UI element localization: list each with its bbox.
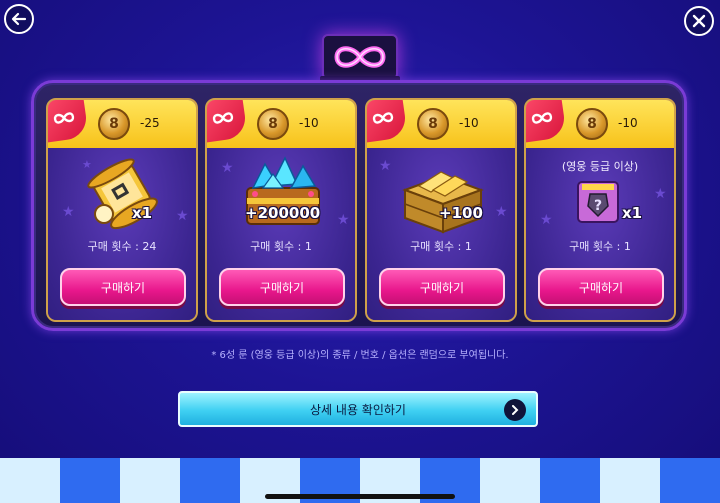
scroll-icon: [87, 158, 158, 230]
coin-icon: 8: [576, 108, 608, 140]
star-icon: ★: [176, 208, 189, 224]
star-icon: ★: [62, 204, 75, 220]
coin-icon: 8: [98, 108, 130, 140]
quantity-label: x1: [622, 204, 643, 222]
back-button[interactable]: [4, 4, 34, 34]
star-icon: ★: [495, 204, 508, 220]
purchase-count: 구매 횟수 : 1: [569, 240, 631, 253]
star-icon: ★: [654, 186, 667, 202]
buy-button[interactable]: 구매하기: [538, 268, 664, 306]
price-label: -10: [459, 116, 479, 130]
quantity-label: +200000: [245, 204, 321, 222]
back-arrow-icon: [11, 12, 27, 26]
gold-crate-icon: [402, 171, 484, 234]
infinity-sign: [322, 34, 398, 80]
coin-icon: 8: [417, 108, 449, 140]
infinity-icon: [372, 112, 394, 124]
crystal-chest-icon: [246, 156, 320, 225]
product-card-random-rune: 8 -10 (영웅 등급 이상) ★ ★ ? x1 구매 횟수 : 1 구매하기: [524, 98, 676, 322]
view-details-button[interactable]: 상세 내용 확인하기: [178, 391, 538, 427]
quantity-label: x1: [132, 204, 153, 222]
price-label: -10: [299, 116, 319, 130]
price-label: -10: [618, 116, 638, 130]
quantity-label: +100: [439, 204, 483, 222]
infinity-icon: [212, 112, 234, 124]
price-label: -25: [140, 116, 160, 130]
view-details-label: 상세 내용 확인하기: [310, 402, 406, 417]
home-indicator: [265, 494, 455, 499]
buy-button[interactable]: 구매하기: [219, 268, 345, 306]
chevron-right-icon: [504, 399, 526, 421]
grade-note: (영웅 등급 이상): [561, 160, 639, 173]
buy-button[interactable]: 구매하기: [60, 268, 186, 306]
infinity-icon: [531, 112, 553, 124]
random-rune-icon: ?: [577, 181, 619, 223]
purchase-count: 구매 횟수 : 1: [410, 240, 472, 253]
product-card-gold-crate: 8 -10 ★ ★ +100 구매 횟수 : 1 구매하기: [365, 98, 517, 322]
star-icon: ★: [337, 212, 350, 228]
svg-text:?: ?: [594, 198, 602, 214]
purchase-count: 구매 횟수 : 1: [250, 240, 312, 253]
random-option-footnote: * 6성 룬 (영웅 등급 이상)의 종류 / 번호 / 옵션은 랜덤으로 부여…: [211, 350, 509, 361]
product-card-scroll: 8 -25 ★ ★ ★ x1 구매 횟수 : 24 구매하기: [46, 98, 198, 322]
close-button[interactable]: [684, 6, 714, 36]
infinity-icon: [334, 46, 386, 68]
coin-icon: 8: [257, 108, 289, 140]
purchase-count: 구매 횟수 : 24: [87, 240, 157, 253]
infinity-icon: [53, 112, 75, 124]
buy-button[interactable]: 구매하기: [379, 268, 505, 306]
star-icon: ★: [540, 212, 553, 228]
star-icon: ★: [221, 160, 234, 176]
close-icon: [692, 14, 706, 28]
product-card-crystal-chest: 8 -10 ★ ★ +200000 구매 횟수 : 1 구매하기: [205, 98, 357, 322]
star-icon: ★: [379, 158, 392, 174]
